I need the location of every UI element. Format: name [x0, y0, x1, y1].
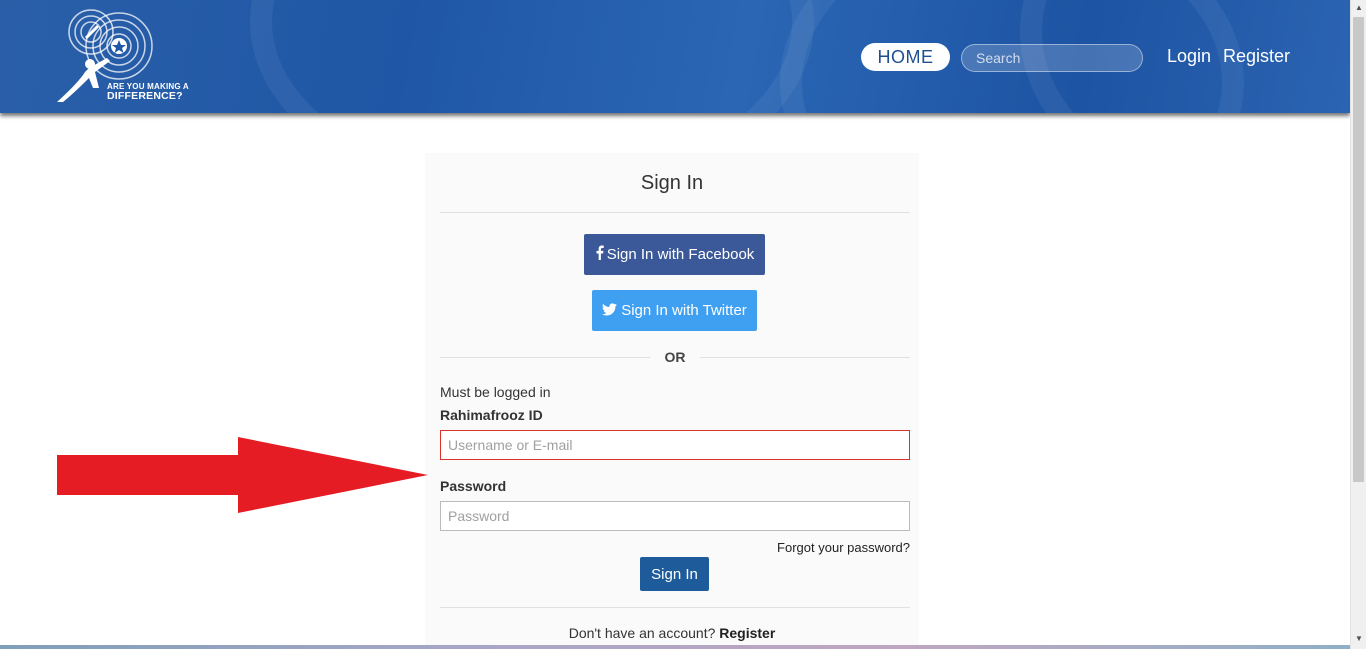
signin-title: Sign In	[640, 172, 704, 194]
search-input[interactable]	[961, 44, 1143, 72]
logo-tagline: ARE YOU MAKING A DIFFERENCE?	[107, 82, 189, 102]
username-input[interactable]	[440, 430, 910, 460]
or-divider-text: OR	[664, 349, 686, 365]
signup-prompt-text: Don't have an account?	[568, 625, 716, 641]
signin-submit-button[interactable]: Sign In	[640, 557, 709, 591]
or-divider-left	[440, 357, 650, 358]
facebook-icon	[596, 245, 604, 260]
header-swirl-decoration	[250, 0, 814, 113]
password-input[interactable]	[440, 501, 910, 531]
scroll-down-arrow-icon[interactable]: ▼	[1351, 631, 1366, 647]
twitter-signin-label: Sign In with Twitter	[621, 302, 747, 319]
twitter-icon	[602, 303, 618, 316]
facebook-signin-label: Sign In with Facebook	[606, 246, 755, 263]
signup-register-link[interactable]: Register	[719, 625, 775, 641]
scroll-up-arrow-icon[interactable]: ▲	[1351, 0, 1366, 16]
taskbar-edge	[0, 645, 1350, 649]
facebook-signin-button[interactable]: Sign In with Facebook	[584, 234, 765, 275]
login-required-notice: Must be logged in	[440, 384, 551, 400]
logo-tagline-line2: DIFFERENCE?	[107, 90, 183, 102]
login-link[interactable]: Login	[1167, 46, 1211, 67]
register-link[interactable]: Register	[1223, 46, 1290, 67]
twitter-signin-button[interactable]: Sign In with Twitter	[592, 290, 757, 331]
signin-card: Sign In Sign In with Facebook Sign In wi…	[425, 153, 919, 649]
signup-prompt: Don't have an account? Register	[425, 625, 919, 641]
footer-divider	[440, 607, 910, 608]
red-arrow-icon	[57, 437, 428, 513]
username-label: Rahimafrooz ID	[440, 407, 543, 423]
forgot-password-link[interactable]: Forgot your password?	[777, 540, 910, 555]
title-divider	[440, 212, 910, 213]
site-logo[interactable]: ARE YOU MAKING A DIFFERENCE?	[55, 6, 205, 106]
or-divider-right	[700, 357, 910, 358]
home-button[interactable]: HOME	[861, 43, 950, 71]
password-label: Password	[440, 478, 507, 494]
site-header: ARE YOU MAKING A DIFFERENCE? HOME Login …	[0, 0, 1350, 113]
vertical-scrollbar[interactable]: ▲ ▼	[1350, 0, 1366, 649]
scrollbar-thumb[interactable]	[1353, 17, 1364, 482]
